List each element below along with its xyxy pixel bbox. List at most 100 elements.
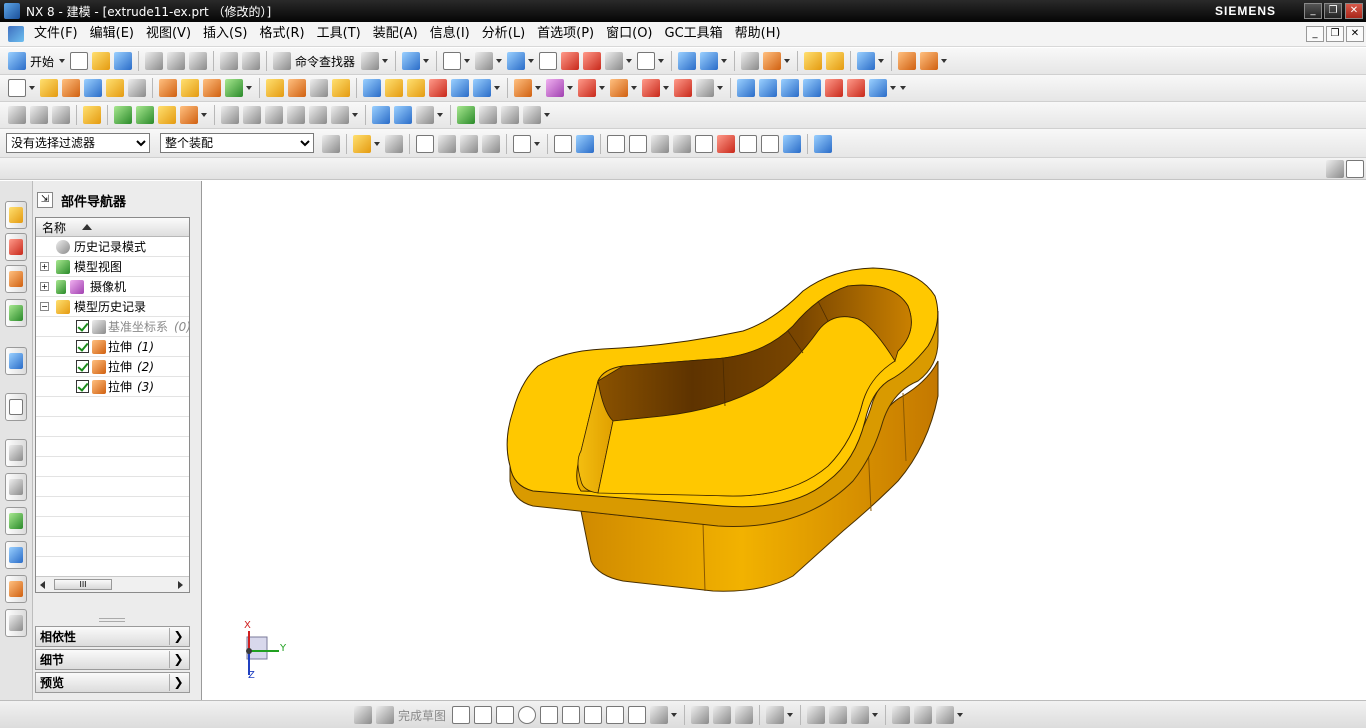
patch-icon[interactable]: [847, 79, 865, 97]
mirror-feature-icon[interactable]: [473, 79, 491, 97]
point-on-curve-icon[interactable]: [761, 135, 779, 153]
doc-close-button[interactable]: ✕: [1346, 26, 1364, 42]
offset-face-icon[interactable]: [407, 79, 425, 97]
general-select-icon[interactable]: [353, 135, 371, 153]
mid-point-icon[interactable]: [629, 135, 647, 153]
dependencies-section[interactable]: 相依性 ❯: [35, 626, 190, 647]
scroll-right-arrow[interactable]: [178, 581, 183, 589]
scroll-thumb[interactable]: III: [54, 579, 112, 590]
feature-group-icon[interactable]: [83, 106, 101, 124]
tree-row-history-mode[interactable]: 历史记录模式: [36, 237, 189, 257]
binoculars-icon[interactable]: [273, 52, 292, 70]
follow-fillet-icon[interactable]: [482, 135, 500, 153]
restore-button[interactable]: ❐: [1324, 3, 1342, 19]
tree-row-datum-csys[interactable]: 基准坐标系 (0): [36, 317, 189, 337]
part-navigator-tab[interactable]: [5, 265, 27, 293]
line-tool-icon[interactable]: [474, 706, 493, 724]
doc-restore-button[interactable]: ❐: [1326, 26, 1344, 42]
arc-tool-icon[interactable]: [496, 706, 515, 724]
finish-sketch-icon[interactable]: [376, 706, 394, 724]
control-point-icon[interactable]: [651, 135, 669, 153]
sketch-icon[interactable]: [8, 79, 26, 97]
roles-tab[interactable]: [5, 575, 27, 603]
pocket-icon[interactable]: [203, 79, 221, 97]
sphere-icon[interactable]: [128, 79, 146, 97]
datum-axis-icon[interactable]: [546, 79, 564, 97]
boss-icon[interactable]: [181, 79, 199, 97]
start-icon[interactable]: [8, 52, 26, 70]
layer-visible-icon[interactable]: [763, 52, 782, 70]
dropdown-arrow[interactable]: [721, 59, 728, 63]
chevron-icon[interactable]: ❯: [169, 674, 187, 691]
pin-icon[interactable]: ⇲: [37, 192, 53, 208]
ruled-surface-icon[interactable]: [759, 79, 777, 97]
menu-assemblies[interactable]: 装配(A): [367, 22, 424, 46]
rectangle-select-icon[interactable]: [513, 135, 531, 153]
preview-section[interactable]: 预览 ❯: [35, 672, 190, 693]
dropdown-arrow[interactable]: [663, 86, 669, 90]
grid-icon[interactable]: [52, 106, 70, 124]
redo-icon[interactable]: [242, 52, 261, 70]
full-screen-icon[interactable]: [1346, 160, 1364, 178]
undo-icon[interactable]: [220, 52, 239, 70]
view-frame-icon[interactable]: [1326, 160, 1344, 178]
wcs-icon[interactable]: [678, 52, 697, 70]
helix-icon[interactable]: [309, 106, 327, 124]
point-on-face-icon[interactable]: [783, 135, 801, 153]
face-rule-icon[interactable]: [416, 135, 434, 153]
expand-plus-icon[interactable]: +: [40, 282, 49, 291]
project-curve-icon[interactable]: [394, 106, 412, 124]
sketch-settings-icon[interactable]: [936, 706, 955, 724]
show-hide-icon[interactable]: [605, 52, 624, 70]
quick-extend-icon[interactable]: [713, 706, 732, 724]
dropdown-arrow[interactable]: [374, 142, 380, 146]
fillet-tool-icon[interactable]: [540, 706, 559, 724]
menu-preferences[interactable]: 首选项(P): [531, 22, 600, 46]
layer-icon[interactable]: [30, 106, 48, 124]
save-icon[interactable]: [114, 52, 133, 70]
curve-rule-icon[interactable]: [385, 135, 403, 153]
close-button[interactable]: ✕: [1345, 3, 1363, 19]
line-icon[interactable]: [243, 106, 261, 124]
panel-splitter[interactable]: [99, 618, 125, 622]
shell-icon[interactable]: [310, 79, 328, 97]
draft-icon[interactable]: [332, 79, 350, 97]
dropdown-arrow[interactable]: [658, 59, 665, 63]
menu-format[interactable]: 格式(R): [253, 22, 310, 46]
sort-ascending-icon[interactable]: [82, 224, 93, 230]
studio-spline-icon[interactable]: [606, 706, 625, 724]
hide-icon[interactable]: [561, 52, 580, 70]
thicken-icon[interactable]: [429, 79, 447, 97]
selection-scope-select[interactable]: 整个装配: [160, 133, 314, 153]
menu-information[interactable]: 信息(I): [424, 22, 476, 46]
details-section[interactable]: 细节 ❯: [35, 649, 190, 670]
tree-row-model-history[interactable]: − 模型历史记录: [36, 297, 189, 317]
hd3d-tools-tab[interactable]: [5, 347, 27, 375]
curve-length-icon[interactable]: [479, 106, 497, 124]
extrude-icon[interactable]: [40, 79, 58, 97]
start-dropdown-arrow[interactable]: [59, 59, 66, 63]
datum-plane-icon[interactable]: [514, 79, 532, 97]
system-scenes-tab[interactable]: [5, 609, 27, 637]
existing-point-icon[interactable]: [739, 135, 757, 153]
paste-icon[interactable]: [189, 52, 208, 70]
dropdown-arrow[interactable]: [423, 59, 430, 63]
menu-insert[interactable]: 插入(S): [197, 22, 253, 46]
dropdown-arrow[interactable]: [496, 59, 503, 63]
offset-tool-icon[interactable]: [650, 706, 669, 724]
tree-row-cameras[interactable]: + 摄像机: [36, 277, 189, 297]
horizontal-scrollbar[interactable]: III: [36, 576, 189, 592]
spline-icon[interactable]: [287, 106, 305, 124]
curve-info-icon[interactable]: [501, 106, 519, 124]
dimension-icon[interactable]: [8, 106, 26, 124]
offset-curve-icon[interactable]: [372, 106, 390, 124]
unite-icon[interactable]: [225, 79, 243, 97]
layer-settings-icon[interactable]: [741, 52, 760, 70]
new-file-icon[interactable]: [70, 52, 89, 70]
view-orientation-icon[interactable]: [475, 52, 494, 70]
block-icon[interactable]: [84, 79, 102, 97]
menu-analysis[interactable]: 分析(L): [476, 22, 531, 46]
dropdown-arrow[interactable]: [535, 86, 541, 90]
process-studio-tab[interactable]: [5, 507, 27, 535]
background-icon[interactable]: [637, 52, 656, 70]
